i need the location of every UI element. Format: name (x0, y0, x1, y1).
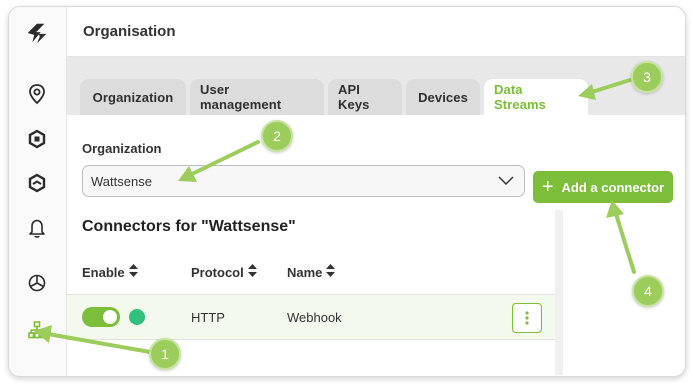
sort-icon (128, 264, 138, 280)
logo-icon[interactable] (24, 20, 50, 46)
column-header-name[interactable]: Name (287, 264, 336, 280)
sort-icon (326, 264, 336, 280)
layers-icon[interactable] (24, 170, 50, 196)
main-content: Organization Wattsense + Add a connector… (67, 115, 685, 376)
tab-api-keys[interactable]: API Keys (328, 79, 402, 115)
status-indicator (129, 309, 145, 325)
column-header-name-label: Name (287, 264, 323, 280)
sidebar (9, 7, 67, 376)
tab-data-streams[interactable]: Data Streams (484, 79, 588, 115)
kebab-menu-icon (525, 311, 529, 325)
app-window: Organisation Organization User managemen… (8, 6, 686, 377)
column-header-enable[interactable]: Enable (82, 264, 138, 280)
chevron-down-icon (498, 174, 514, 191)
name-cell: Webhook (287, 310, 342, 325)
location-pin-icon[interactable] (24, 81, 50, 107)
annotation-badge-4: 4 (632, 275, 664, 307)
org-tree-icon[interactable] (24, 317, 50, 343)
organization-label: Organization (82, 141, 162, 156)
tab-bar: Organization User management API Keys De… (67, 57, 685, 115)
table-row: HTTP Webhook (67, 294, 555, 340)
annotation-badge-2: 2 (261, 120, 293, 152)
organization-select-value: Wattsense (91, 173, 152, 189)
bell-icon[interactable] (24, 215, 50, 241)
protocol-cell: HTTP (191, 310, 225, 325)
cubes-icon[interactable] (24, 270, 50, 296)
plus-icon: + (541, 176, 554, 198)
toggle-knob (103, 310, 117, 324)
sort-icon (247, 264, 257, 280)
add-connector-button[interactable]: + Add a connector (533, 171, 673, 203)
tab-devices[interactable]: Devices (406, 79, 480, 115)
annotation-badge-3: 3 (631, 61, 663, 93)
tab-user-management[interactable]: User management (190, 79, 324, 115)
enable-toggle[interactable] (82, 307, 120, 327)
connectors-title: Connectors for "Wattsense" (82, 218, 296, 235)
organization-select[interactable]: Wattsense (82, 165, 525, 197)
top-bar: Organisation (67, 7, 685, 57)
hex-node-icon[interactable] (24, 126, 50, 152)
column-header-protocol[interactable]: Protocol (191, 264, 257, 280)
row-menu-button[interactable] (512, 303, 542, 333)
tab-organization[interactable]: Organization (80, 79, 186, 115)
column-header-protocol-label: Protocol (191, 264, 244, 280)
scrollbar[interactable] (555, 210, 563, 375)
page-title: Organisation (83, 23, 176, 40)
column-header-enable-label: Enable (82, 264, 125, 280)
add-connector-label: Add a connector (561, 179, 665, 195)
annotation-badge-1: 1 (149, 338, 181, 370)
